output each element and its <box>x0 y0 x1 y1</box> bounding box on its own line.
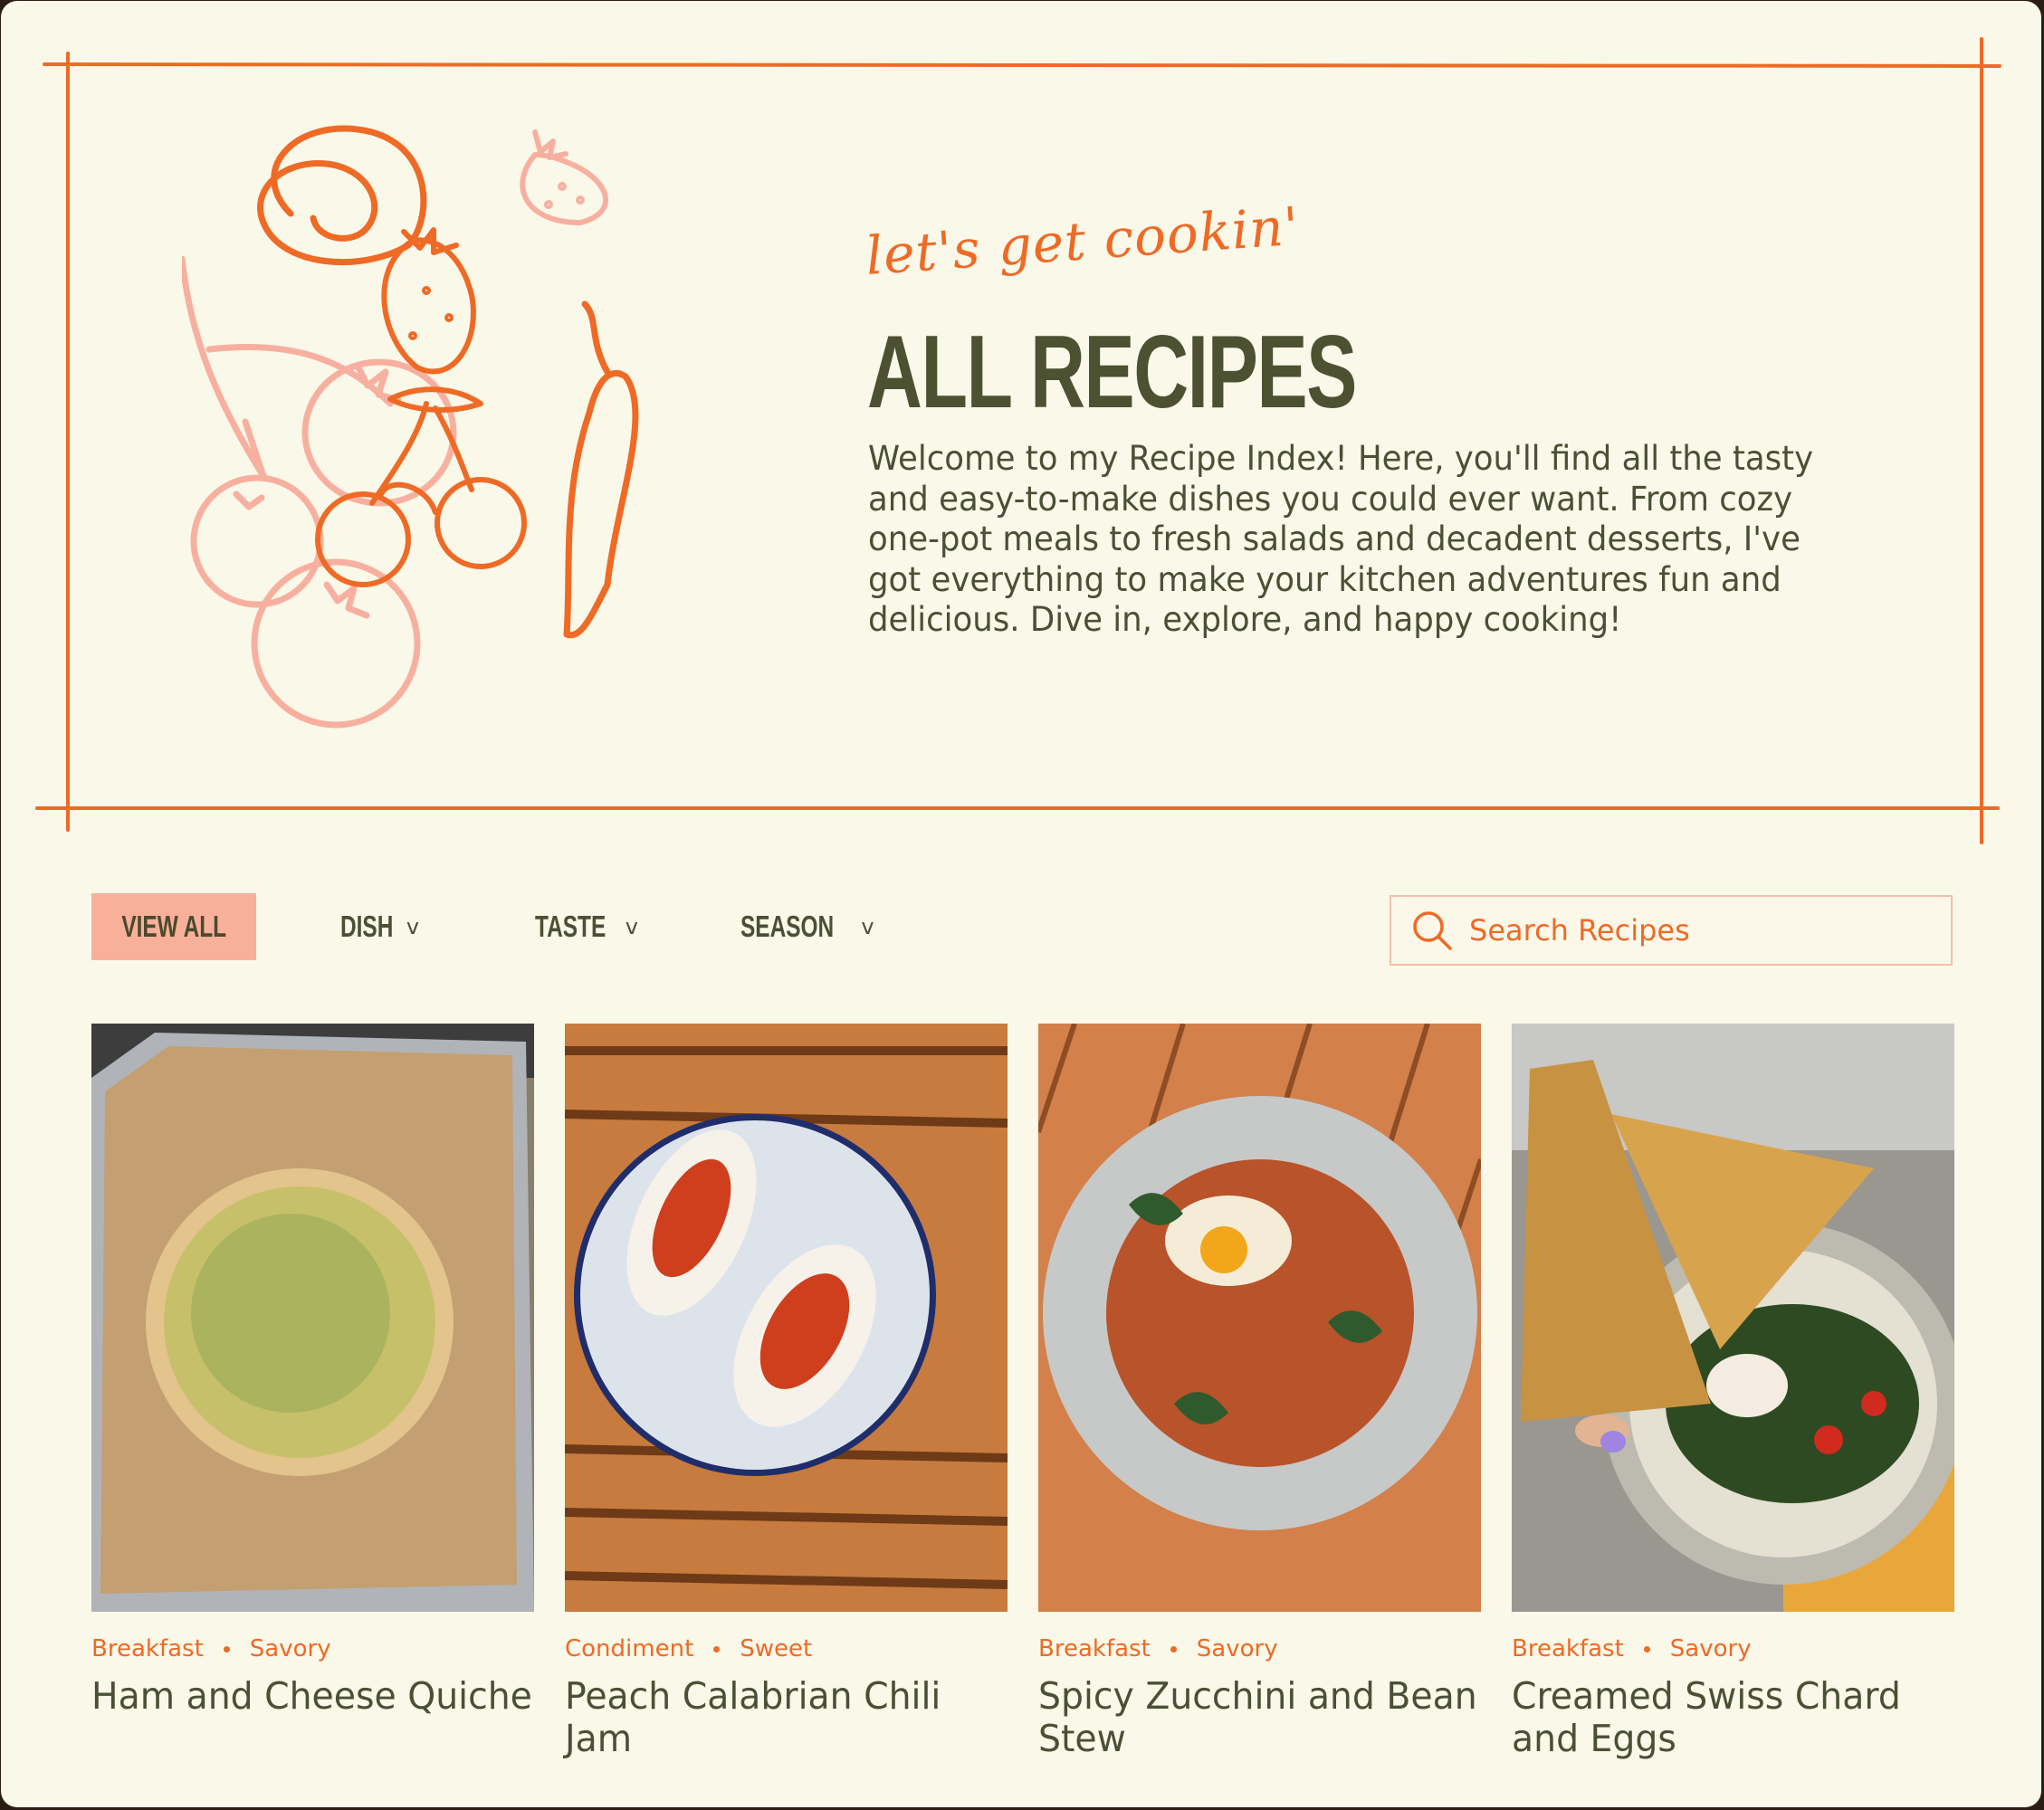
search-icon <box>1413 911 1452 950</box>
recipe-photo[interactable] <box>1512 1024 1964 1612</box>
recipe-category: Condiment <box>565 1635 694 1662</box>
hero-tagline: let's get cookin' <box>864 195 1302 287</box>
view-all-label: VIEW ALL <box>121 910 226 943</box>
recipe-index-page: let's get cookin' ALL RECIPES Welcome to… <box>1 1 2041 1807</box>
filter-bar: VIEW ALL DISH v TASTE v SEASON v <box>1 893 2041 966</box>
recipe-title[interactable]: Spicy Zucchini and Bean Stew <box>1038 1675 1490 1760</box>
chevron-down-icon: v <box>406 914 420 939</box>
recipe-photo[interactable] <box>564 1024 1008 1612</box>
recipe-taste: Sweet <box>740 1635 813 1662</box>
recipe-taste: Savory <box>1669 1635 1752 1662</box>
recipe-card[interactable]: Breakfast Savory Ham and Cheese Quiche <box>91 1024 534 1718</box>
recipe-photo[interactable] <box>1036 1023 1484 1612</box>
season-filter-dropdown[interactable]: SEASON v <box>740 893 874 960</box>
recipe-title[interactable]: Ham and Cheese Quiche <box>91 1675 543 1718</box>
dish-filter-label: DISH <box>340 910 394 943</box>
tag-separator-dot <box>223 1645 230 1653</box>
fruit-doodle-illustration <box>182 125 639 729</box>
page-title: ALL RECIPES <box>867 315 1357 430</box>
tag-separator-dot <box>1643 1645 1650 1653</box>
recipe-taste: Savory <box>249 1635 331 1662</box>
recipe-tags: Breakfast Savory <box>1038 1635 1481 1662</box>
recipe-tags: Breakfast Savory <box>1512 1635 1954 1662</box>
recipe-card[interactable]: Condiment Sweet Peach Calabrian Chili Ja… <box>564 1024 1008 1760</box>
tag-separator-dot <box>713 1645 721 1653</box>
recipe-taste: Savory <box>1196 1635 1278 1662</box>
recipe-category: Breakfast <box>1512 1635 1624 1662</box>
tag-separator-dot <box>1170 1645 1177 1653</box>
recipe-card[interactable]: Breakfast Savory Spicy Zucchini and Bean… <box>1036 1023 1484 1760</box>
chevron-down-icon: v <box>625 914 638 939</box>
dish-filter-dropdown[interactable]: DISH v <box>340 893 419 960</box>
intro-paragraph: Welcome to my Recipe Index! Here, you'll… <box>868 439 1814 639</box>
taste-filter-label: TASTE <box>535 910 607 943</box>
search-box <box>1390 895 1953 966</box>
search-input[interactable] <box>1467 912 1942 948</box>
recipe-card[interactable]: Breakfast Savory Creamed Swiss Chard and… <box>1512 1024 1964 1760</box>
view-all-button[interactable]: VIEW ALL <box>91 893 256 960</box>
chevron-down-icon: v <box>861 914 874 939</box>
recipe-category: Breakfast <box>1038 1635 1151 1662</box>
recipe-tags: Condiment Sweet <box>565 1635 1008 1662</box>
recipe-category: Breakfast <box>91 1635 204 1662</box>
recipe-title[interactable]: Peach Calabrian Chili Jam <box>565 1675 1017 1760</box>
recipe-tags: Breakfast Savory <box>91 1635 534 1662</box>
recipe-photo[interactable] <box>91 1024 534 1612</box>
recipe-title[interactable]: Creamed Swiss Chard and Eggs <box>1512 1675 1963 1760</box>
season-filter-label: SEASON <box>740 910 835 943</box>
taste-filter-dropdown[interactable]: TASTE v <box>535 893 638 960</box>
